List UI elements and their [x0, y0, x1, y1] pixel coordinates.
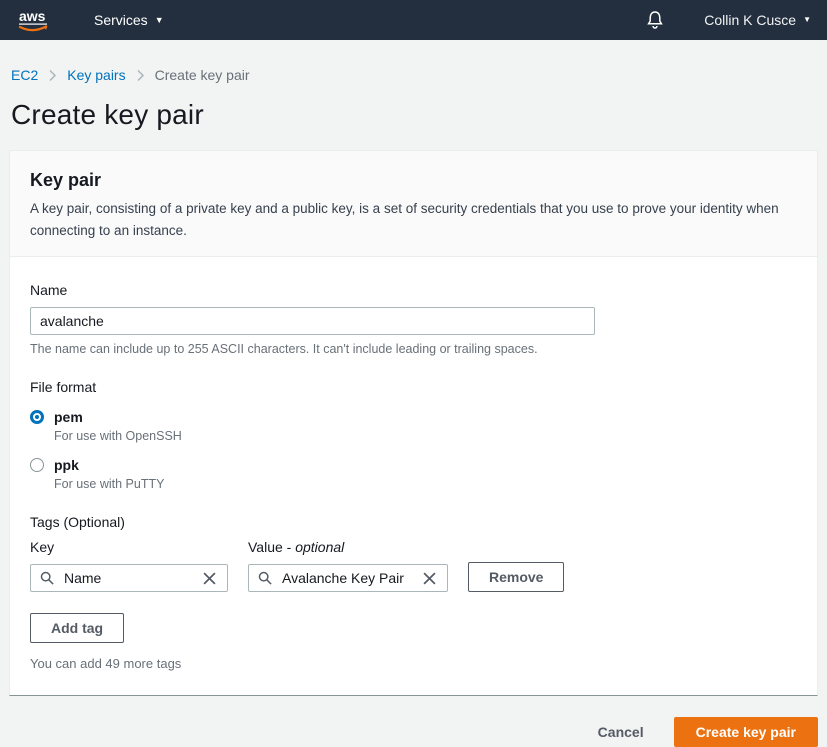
pem-description: For use with OpenSSH [54, 429, 182, 443]
tags-remaining-text: You can add 49 more tags [30, 656, 797, 671]
footer-actions: Cancel Create key pair [9, 717, 818, 747]
radio-option-pem[interactable]: pem For use with OpenSSH [30, 408, 797, 443]
clear-value-button[interactable] [421, 570, 438, 587]
tag-value-input[interactable] [280, 569, 413, 587]
aws-logo-text: aws [19, 8, 46, 24]
radio-selected-icon[interactable] [30, 410, 44, 424]
file-format-label: File format [30, 379, 797, 395]
user-menu[interactable]: Collin K Cusce ▼ [704, 12, 811, 28]
close-icon [203, 572, 216, 585]
aws-logo[interactable]: aws [16, 7, 54, 34]
tag-key-column: Key [30, 539, 228, 592]
tag-value-column: Value - optional [248, 539, 448, 592]
ppk-description: For use with PuTTY [54, 477, 164, 491]
create-key-pair-button[interactable]: Create key pair [674, 717, 818, 747]
tag-row: Key Value - optional [30, 539, 797, 592]
breadcrumb-current: Create key pair [155, 67, 250, 83]
chevron-down-icon: ▼ [803, 16, 811, 24]
name-label: Name [30, 282, 797, 298]
tags-group: Tags (Optional) Key Value - [30, 514, 797, 671]
name-helper-text: The name can include up to 255 ASCII cha… [30, 342, 797, 356]
tag-value-header: Value - optional [248, 539, 448, 555]
cancel-button[interactable]: Cancel [598, 724, 644, 740]
tag-value-input-wrap [248, 564, 448, 592]
ppk-label: ppk [54, 456, 164, 474]
chevron-right-icon [48, 69, 57, 82]
aws-logo-icon: aws [16, 7, 54, 34]
breadcrumb-ec2[interactable]: EC2 [11, 67, 38, 83]
optional-label: optional [295, 539, 344, 555]
tag-key-input[interactable] [62, 569, 193, 587]
remove-tag-button[interactable]: Remove [468, 562, 564, 592]
tag-key-input-wrap [30, 564, 228, 592]
services-label: Services [94, 12, 148, 28]
page-title: Create key pair [11, 99, 827, 131]
key-pair-card: Key pair A key pair, consisting of a pri… [9, 150, 818, 696]
topbar-right: Collin K Cusce ▼ [646, 10, 811, 30]
radio-option-ppk[interactable]: ppk For use with PuTTY [30, 456, 797, 491]
close-icon [423, 572, 436, 585]
card-title: Key pair [30, 170, 797, 191]
username: Collin K Cusce [704, 12, 796, 28]
add-tag-button[interactable]: Add tag [30, 613, 124, 643]
clear-key-button[interactable] [201, 570, 218, 587]
file-format-group: File format pem For use with OpenSSH ppk… [30, 379, 797, 491]
chevron-down-icon: ▼ [155, 16, 164, 25]
tag-key-header: Key [30, 539, 228, 555]
notifications-button[interactable] [646, 10, 664, 30]
breadcrumb: EC2 Key pairs Create key pair [0, 40, 827, 83]
add-tag-wrap: Add tag [30, 613, 797, 643]
pem-label: pem [54, 408, 182, 426]
card-body: Name The name can include up to 255 ASCI… [10, 257, 817, 695]
search-icon [258, 571, 272, 585]
card-header: Key pair A key pair, consisting of a pri… [10, 151, 817, 257]
breadcrumb-key-pairs[interactable]: Key pairs [67, 67, 125, 83]
search-icon [40, 571, 54, 585]
topbar: aws Services ▼ Collin K Cusce ▼ [0, 0, 827, 40]
name-field-group: Name The name can include up to 255 ASCI… [30, 282, 797, 356]
chevron-right-icon [136, 69, 145, 82]
bell-icon [646, 10, 664, 30]
services-menu[interactable]: Services ▼ [94, 12, 164, 28]
name-input[interactable] [30, 307, 595, 335]
radio-unselected-icon[interactable] [30, 458, 44, 472]
tags-label: Tags (Optional) [30, 514, 797, 530]
card-description: A key pair, consisting of a private key … [30, 198, 797, 241]
